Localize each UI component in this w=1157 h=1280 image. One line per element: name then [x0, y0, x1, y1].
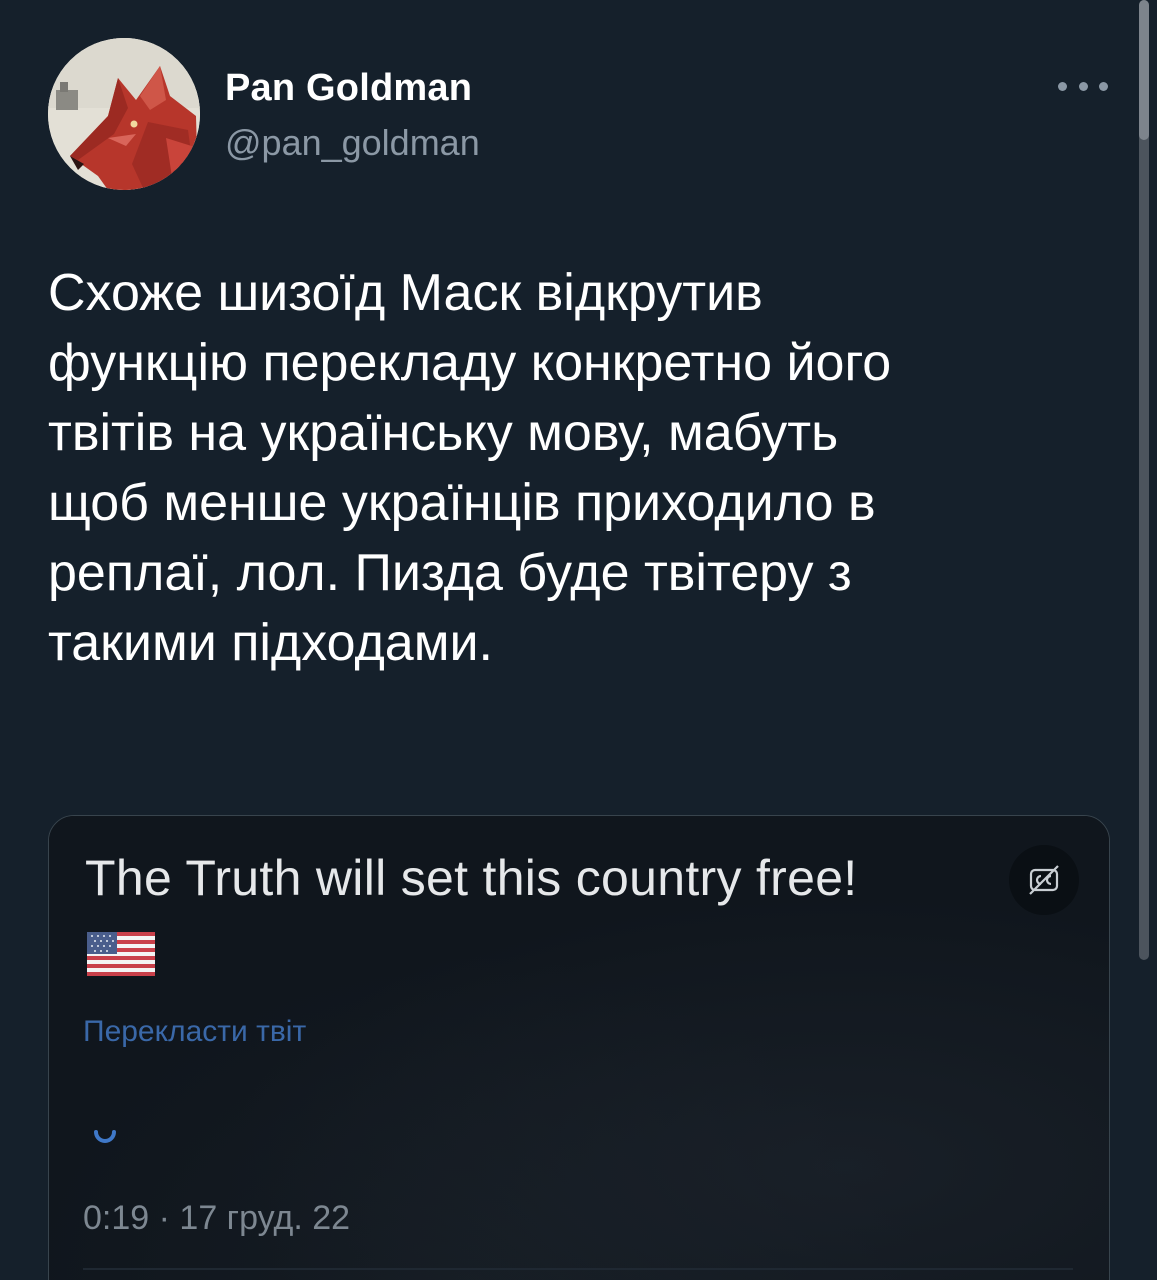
quote-card[interactable]: The Truth will set this country free! Пе… — [48, 815, 1110, 1280]
more-dot — [1099, 81, 1108, 91]
captions-icon-glyph — [1029, 865, 1059, 895]
divider — [83, 1268, 1073, 1270]
avatar[interactable] — [48, 38, 200, 190]
us-flag-icon — [87, 932, 155, 976]
tweet-date: 17 груд. 22 — [179, 1199, 351, 1237]
captions-off-icon[interactable] — [1009, 845, 1079, 915]
tweet-text: Схоже шизоїд Маск відкрутив функцію пере… — [48, 264, 892, 672]
loading-spinner-icon — [94, 1130, 116, 1143]
quoted-tweet-text: The Truth will set this country free! — [85, 850, 858, 906]
more-dot — [1058, 81, 1067, 91]
tweet-time: 0:19 — [83, 1199, 150, 1237]
more-horizontal-icon[interactable] — [1058, 74, 1108, 98]
author-name[interactable]: Pan Goldman — [225, 66, 472, 110]
scrollbar-thumb[interactable] — [1139, 0, 1149, 140]
avatar-image — [48, 38, 200, 190]
tweet-timestamp: 0:19 · 17 груд. 22 — [83, 1198, 350, 1238]
tweet-header: Pan Goldman @pan_goldman — [48, 38, 1108, 190]
more-dot — [1078, 81, 1088, 91]
tweet-page: Pan Goldman @pan_goldman Схоже шизоїд Ма… — [0, 0, 1157, 1280]
translate-tweet-link[interactable]: Перекласти твіт — [83, 1014, 306, 1050]
meta-separator: · — [158, 1199, 170, 1237]
scrollbar[interactable] — [1139, 0, 1149, 960]
author-handle[interactable]: @pan_goldman — [225, 122, 480, 164]
embedded-screenshot: The Truth will set this country free! Пе… — [49, 816, 1109, 1280]
